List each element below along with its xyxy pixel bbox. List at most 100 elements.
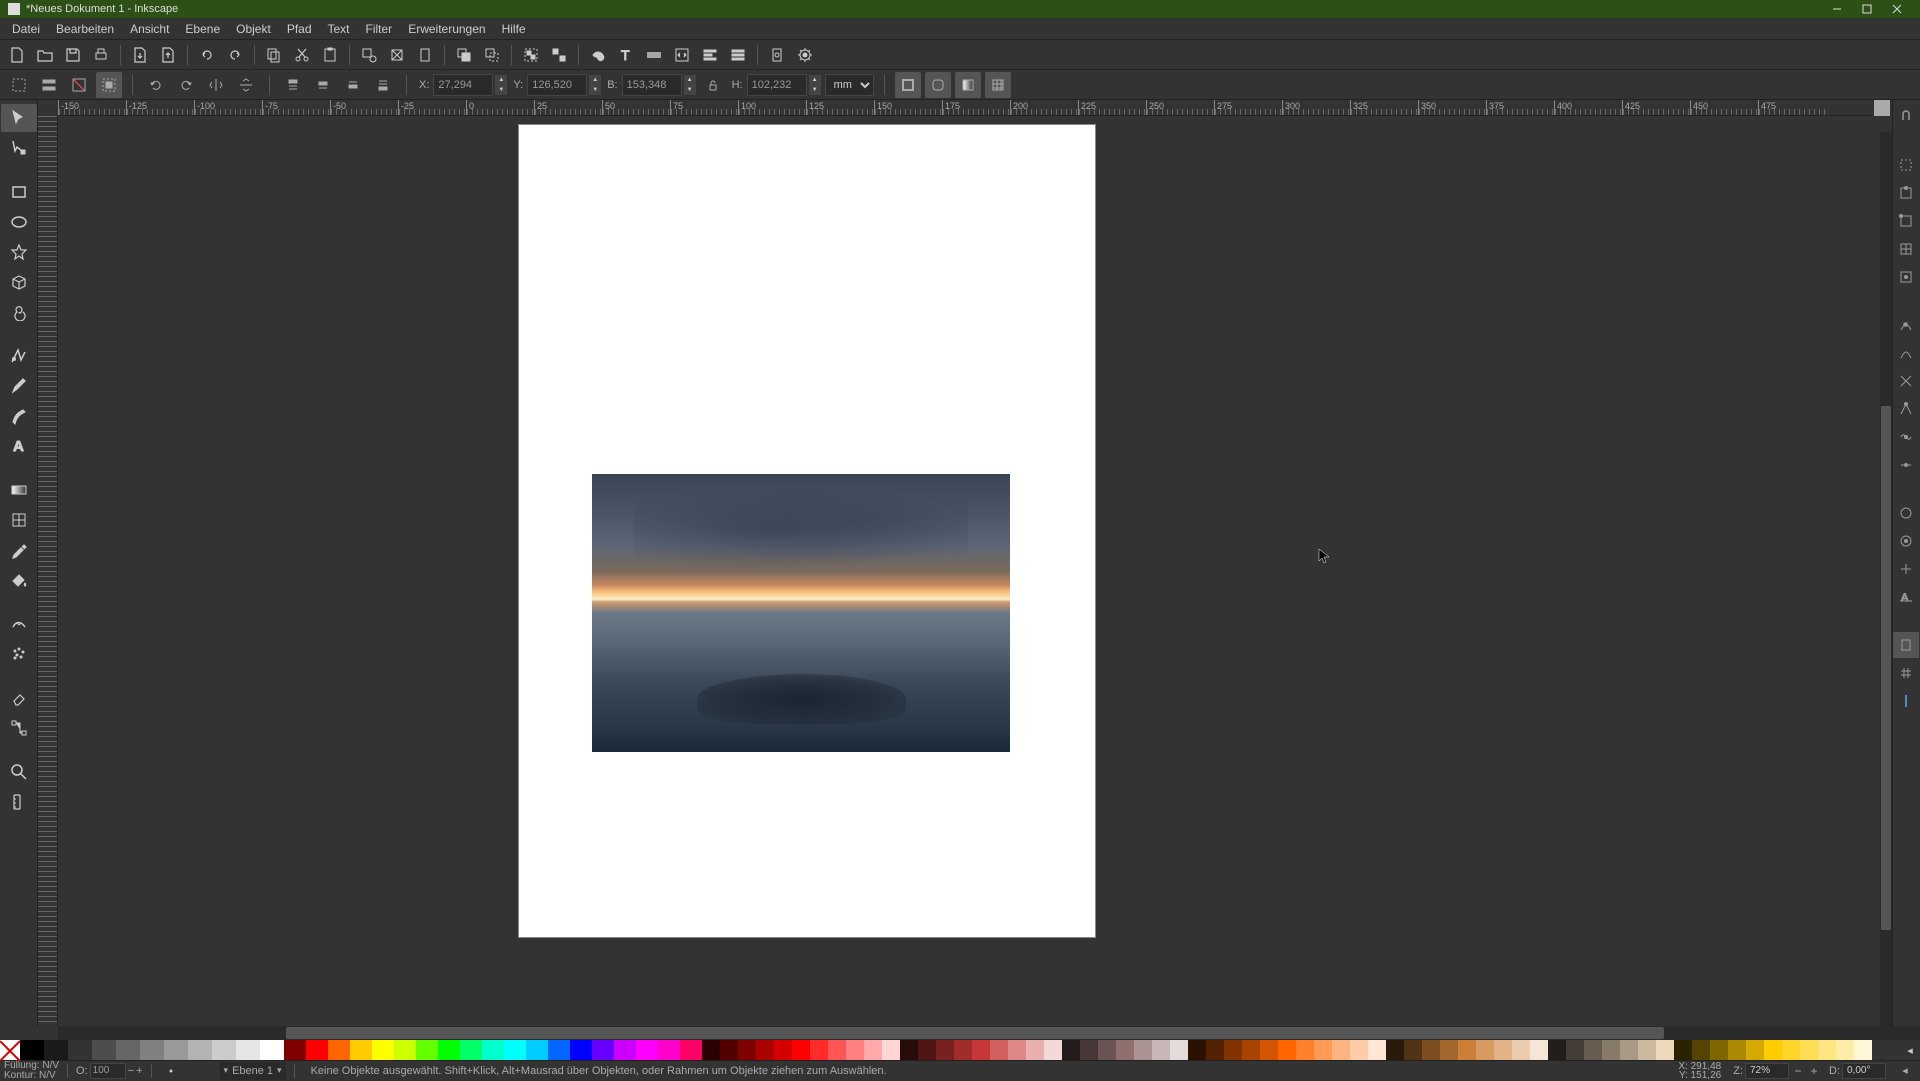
color-swatch[interactable] [350,1040,372,1060]
snap-bbox-edge-button[interactable] [1893,180,1919,206]
menu-ebene[interactable]: Ebene [177,20,228,38]
open-file-button[interactable] [32,42,58,68]
rotate-input[interactable] [1842,1063,1886,1079]
scale-stroke-button[interactable] [895,72,921,98]
snap-grid-button[interactable] [1893,660,1919,686]
vertical-scrollbar[interactable] [1880,132,1892,1026]
color-swatch[interactable] [438,1040,460,1060]
ruler-lock-icon[interactable] [38,100,58,116]
width-input[interactable] [622,74,682,96]
zoom-out-button[interactable]: − [1791,1064,1805,1078]
text-tool[interactable]: A [1,432,37,460]
ruler-menu-button[interactable] [1872,100,1892,116]
snap-object-center-button[interactable] [1893,528,1919,554]
zoom-input[interactable] [1745,1063,1789,1079]
mesh-tool[interactable] [1,506,37,534]
lower-button[interactable] [340,72,366,98]
rotate-cw-button[interactable] [173,72,199,98]
ruler-vertical[interactable] [38,116,58,1026]
minimize-button[interactable] [1822,0,1852,18]
color-swatch[interactable] [140,1040,164,1060]
color-swatch[interactable] [68,1040,92,1060]
color-swatch[interactable] [328,1040,350,1060]
color-swatch[interactable] [1764,1040,1782,1060]
color-swatch[interactable] [44,1040,68,1060]
menu-hilfe[interactable]: Hilfe [494,20,534,38]
color-swatch[interactable] [1008,1040,1026,1060]
color-swatch[interactable] [306,1040,328,1060]
color-swatch[interactable] [792,1040,810,1060]
color-swatch[interactable] [954,1040,972,1060]
color-swatch[interactable] [460,1040,482,1060]
color-swatch[interactable] [680,1040,702,1060]
color-swatch[interactable] [260,1040,284,1060]
align-dialog-button[interactable] [697,42,723,68]
color-swatch[interactable] [1746,1040,1764,1060]
color-swatch[interactable] [972,1040,990,1060]
color-swatch[interactable] [284,1040,306,1060]
move-gradients-button[interactable] [955,72,981,98]
color-swatch[interactable] [570,1040,592,1060]
group-button[interactable] [518,42,544,68]
snap-intersection-button[interactable] [1893,368,1919,394]
color-swatch[interactable] [1368,1040,1386,1060]
color-swatch[interactable] [1206,1040,1224,1060]
color-swatch[interactable] [394,1040,416,1060]
color-swatch[interactable] [1530,1040,1548,1060]
snap-guide-button[interactable] [1893,688,1919,714]
horizontal-scrollbar-thumb[interactable] [286,1027,1664,1039]
color-swatch[interactable] [1404,1040,1422,1060]
paint-bucket-tool[interactable] [1,566,37,594]
color-swatch[interactable] [1710,1040,1728,1060]
maximize-button[interactable] [1852,0,1882,18]
x-spin-down[interactable]: ▼ [495,85,507,95]
y-spin-down[interactable]: ▼ [589,85,601,95]
zoom-tool[interactable] [1,758,37,786]
color-swatch[interactable] [548,1040,570,1060]
menu-erweiterungen[interactable]: Erweiterungen [400,20,493,38]
star-tool[interactable] [1,238,37,266]
color-swatch[interactable] [846,1040,864,1060]
y-input[interactable] [527,74,587,96]
opacity-spin-up[interactable]: + [136,1065,142,1077]
snap-toggle-button[interactable] [1893,104,1919,130]
new-file-button[interactable] [4,42,30,68]
canvas-viewport[interactable] [58,116,1892,1026]
horizontal-scrollbar[interactable] [58,1026,1880,1040]
color-swatch[interactable] [864,1040,882,1060]
snap-page-border-button[interactable] [1893,632,1919,658]
object-props-button[interactable] [725,42,751,68]
import-button[interactable] [127,42,153,68]
calligraphy-tool[interactable] [1,402,37,430]
h-spin-up[interactable]: ▲ [809,75,821,85]
color-swatch[interactable] [1728,1040,1746,1060]
color-swatch[interactable] [1656,1040,1674,1060]
cut-button[interactable] [289,42,315,68]
color-swatch[interactable] [1692,1040,1710,1060]
units-select[interactable]: mm [825,74,874,96]
w-spin-up[interactable]: ▲ [684,75,696,85]
zoom-drawing-button[interactable] [384,42,410,68]
color-swatch[interactable] [1260,1040,1278,1060]
color-swatch[interactable] [936,1040,954,1060]
paste-button[interactable] [317,42,343,68]
fill-stroke-dialog-button[interactable] [585,42,611,68]
pencil-tool[interactable] [1,372,37,400]
color-swatch[interactable] [636,1040,658,1060]
spiral-tool[interactable] [1,298,37,326]
color-swatch[interactable] [1044,1040,1062,1060]
color-swatch[interactable] [1080,1040,1098,1060]
text-dialog-button[interactable]: T [613,42,639,68]
color-swatch[interactable] [1278,1040,1296,1060]
color-swatch[interactable] [1494,1040,1512,1060]
color-swatch[interactable] [1242,1040,1260,1060]
snap-bbox-corner-button[interactable] [1893,208,1919,234]
snap-bbox-button[interactable] [1893,152,1919,178]
color-swatch[interactable] [658,1040,680,1060]
color-swatch[interactable] [1512,1040,1530,1060]
x-spin-up[interactable]: ▲ [495,75,507,85]
snap-bbox-midpoint-button[interactable] [1893,236,1919,262]
color-swatch[interactable] [1152,1040,1170,1060]
palette-expand-button[interactable]: ◂ [1894,1062,1916,1080]
color-swatch[interactable] [1350,1040,1368,1060]
